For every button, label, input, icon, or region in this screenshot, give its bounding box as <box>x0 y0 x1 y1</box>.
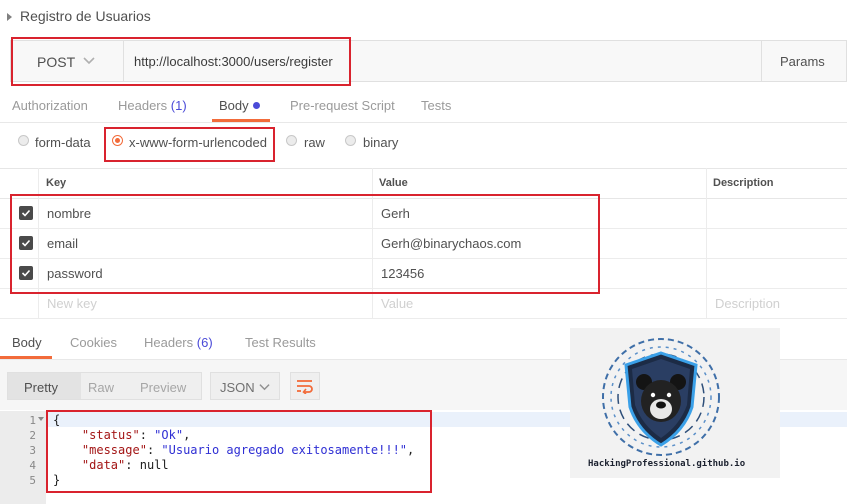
param-value[interactable]: Gerh <box>381 206 410 221</box>
mode-raw[interactable]: Raw <box>88 380 114 395</box>
row-checkbox[interactable] <box>19 236 33 250</box>
view-mode-switcher: Pretty Raw Preview <box>7 372 202 400</box>
radio-binary[interactable] <box>345 135 356 146</box>
tab-tests[interactable]: Tests <box>421 98 451 113</box>
wrap-lines-button[interactable] <box>290 372 320 400</box>
line-number: 1 <box>29 414 36 427</box>
line-number: 4 <box>29 459 36 472</box>
json-value: "Ok" <box>154 428 184 442</box>
json-key: "data" <box>81 458 126 472</box>
tab-body-label: Body <box>219 98 249 113</box>
radio-x-www-form-urlencoded[interactable] <box>112 135 123 146</box>
tab-authorization[interactable]: Authorization <box>12 98 88 113</box>
url-bar: POST http://localhost:3000/users/registe… <box>10 40 847 82</box>
tab-headers[interactable]: Headers (1) <box>118 98 187 113</box>
response-tab-test-results[interactable]: Test Results <box>245 335 316 350</box>
collection-header[interactable]: Registro de Usuarios <box>0 0 847 34</box>
param-value[interactable]: 123456 <box>381 266 424 281</box>
url-input[interactable]: http://localhost:3000/users/register <box>134 54 333 69</box>
request-name: Registro de Usuarios <box>20 8 151 24</box>
active-tab-underline <box>0 356 52 359</box>
chevron-down-icon <box>259 384 270 391</box>
row-checkbox[interactable] <box>19 266 33 280</box>
params-label: Params <box>780 54 825 69</box>
active-tab-underline <box>212 119 270 122</box>
body-indicator-dot-icon <box>252 102 260 109</box>
watermark-text: HackingProfessional.github.io <box>588 459 746 469</box>
checkmark-icon <box>21 269 31 277</box>
line-number: 3 <box>29 444 36 457</box>
column-header-key: Key <box>46 177 67 189</box>
method-label: POST <box>37 54 76 70</box>
response-tab-body[interactable]: Body <box>12 335 42 350</box>
wrap-lines-icon <box>297 380 313 394</box>
line-number: 5 <box>29 474 36 487</box>
format-label: JSON <box>220 380 255 395</box>
params-button[interactable]: Params <box>761 41 847 81</box>
code-line: } <box>53 473 61 487</box>
line-number: 2 <box>29 429 36 442</box>
column-header-description: Description <box>713 177 774 189</box>
params-table-header: Key Value Description <box>0 168 847 199</box>
radio-form-data[interactable] <box>18 135 29 146</box>
tab-headers-label: Headers <box>118 98 168 113</box>
radio-label-raw[interactable]: raw <box>304 135 325 150</box>
json-value: null <box>139 458 169 472</box>
bear-shield-logo-icon <box>602 338 720 456</box>
new-description-input[interactable]: Description <box>715 296 780 311</box>
response-tab-headers-label: Headers <box>144 335 194 350</box>
method-select[interactable]: POST <box>11 41 124 81</box>
response-tab-headers-count: (6) <box>196 335 213 350</box>
radio-label-x-www-form-urlencoded[interactable]: x-www-form-urlencoded <box>129 135 267 150</box>
tab-prerequest-script[interactable]: Pre-request Script <box>290 98 395 113</box>
response-tab-headers[interactable]: Headers (6) <box>144 335 213 350</box>
mode-preview[interactable]: Preview <box>140 380 186 395</box>
radio-raw[interactable] <box>286 135 297 146</box>
param-key[interactable]: nombre <box>47 206 91 221</box>
code-line: "data": null <box>81 458 169 472</box>
json-key: "message" <box>81 443 147 457</box>
json-key: "status" <box>81 428 140 442</box>
expand-caret-icon[interactable] <box>7 13 12 21</box>
new-value-input[interactable]: Value <box>381 296 413 311</box>
code-line: { <box>53 413 61 427</box>
checkmark-icon <box>21 209 31 217</box>
radio-label-binary[interactable]: binary <box>363 135 398 150</box>
radio-label-form-data[interactable]: form-data <box>35 135 91 150</box>
checkmark-icon <box>21 239 31 247</box>
chevron-down-icon <box>83 57 95 65</box>
tab-headers-count: (1) <box>170 98 187 113</box>
param-key[interactable]: password <box>47 266 103 281</box>
fold-arrow-icon[interactable] <box>38 417 44 421</box>
table-row: nombre Gerh <box>0 198 847 229</box>
json-value: "Usuario agregado exitosamente!!!" <box>161 443 408 457</box>
format-select[interactable]: JSON <box>210 372 280 400</box>
code-line: "status": "Ok", <box>81 428 191 442</box>
table-row: password 123456 <box>0 258 847 289</box>
tab-body[interactable]: Body <box>219 98 260 113</box>
row-checkbox[interactable] <box>19 206 33 220</box>
table-row-new: New key Value Description <box>0 288 847 319</box>
response-tab-cookies[interactable]: Cookies <box>70 335 117 350</box>
param-key[interactable]: email <box>47 236 78 251</box>
mode-pretty[interactable]: Pretty <box>24 380 58 395</box>
param-value[interactable]: Gerh@binarychaos.com <box>381 236 521 251</box>
column-header-value: Value <box>379 177 408 189</box>
request-tabs: Authorization Headers (1) Body Pre-reque… <box>0 90 847 123</box>
new-key-input[interactable]: New key <box>47 296 97 311</box>
line-number-gutter: 1 2 3 4 5 <box>0 411 46 504</box>
table-row: email Gerh@binarychaos.com <box>0 228 847 259</box>
code-line: "message": "Usuario agregado exitosament… <box>81 443 415 457</box>
